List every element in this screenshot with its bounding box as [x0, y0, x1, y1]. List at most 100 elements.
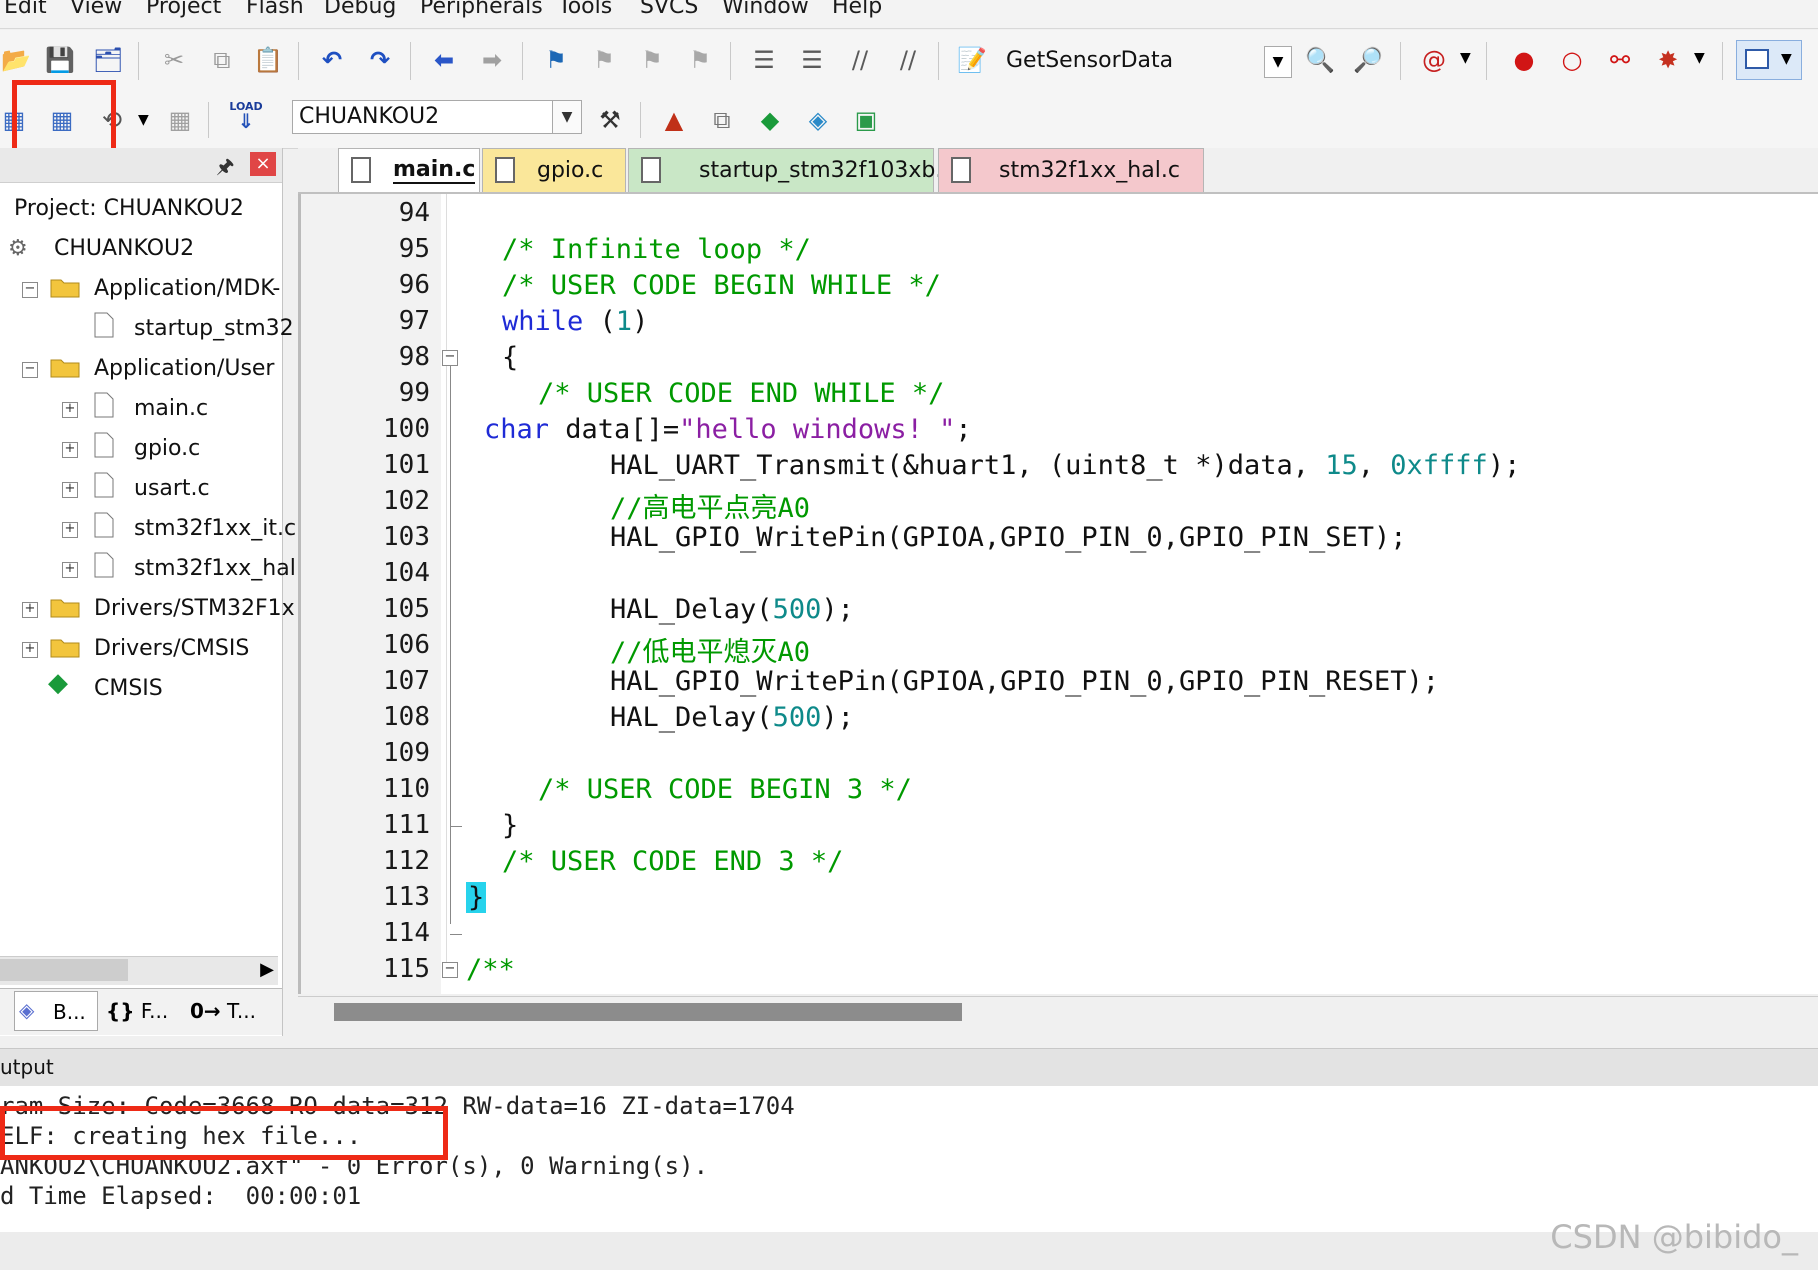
find-in-files-icon[interactable]: 📝 — [956, 44, 988, 76]
fold-tick — [450, 826, 462, 827]
download-load-button[interactable]: LOAD ⇓ — [226, 100, 266, 140]
group-drivers-cmsis[interactable]: Drivers/CMSIS — [94, 636, 249, 661]
code-text: HAL_Delay( — [610, 594, 773, 625]
project-hscroll-thumb[interactable] — [0, 959, 128, 981]
folder-icon — [50, 599, 80, 618]
pin-icon[interactable]: 🖈 — [216, 152, 235, 186]
manage-project-items-icon[interactable]: ▲ — [658, 104, 690, 136]
tab-startup[interactable]: startup_stm32f103xb.s — [628, 148, 954, 192]
copy-icon[interactable]: ⧉ — [206, 44, 238, 76]
menu-edit[interactable]: Edit — [4, 0, 47, 19]
file-icon — [94, 392, 114, 418]
cut-icon[interactable]: ✂ — [158, 44, 190, 76]
code-line-101: HAL_UART_Transmit(&huart1, (uint8_t *)da… — [610, 450, 1520, 481]
menu-tools[interactable]: Tools — [558, 0, 612, 19]
comment-icon[interactable]: // — [844, 44, 876, 76]
editor-hscrollbar[interactable] — [298, 996, 1818, 1027]
tab-stm32f1xx-hal-c[interactable]: stm32f1xx_hal.c — [938, 148, 1204, 192]
find-combo-text[interactable]: GetSensorData — [1006, 48, 1173, 73]
fold-collapse-icon[interactable]: − — [442, 350, 458, 366]
menu-svcs[interactable]: SVCS — [640, 0, 698, 19]
pack-installer-icon[interactable]: ◈ — [802, 104, 834, 136]
select-packs-icon[interactable]: ▣ — [850, 104, 882, 136]
prev-bookmark-icon[interactable]: ⚑ — [588, 44, 620, 76]
file-usart-c[interactable]: usart.c — [134, 476, 210, 501]
stop-build-icon[interactable]: ▦ — [164, 104, 196, 136]
editor-hscroll-thumb[interactable] — [334, 1003, 962, 1021]
unindent-icon[interactable]: ☰ — [796, 44, 828, 76]
menu-project[interactable]: Project — [146, 0, 221, 19]
file-gpio-c[interactable]: gpio.c — [134, 436, 200, 461]
expand-icon[interactable]: + — [62, 442, 78, 458]
debug-session-icon[interactable]: @ — [1418, 44, 1450, 76]
window-layout-button[interactable]: ▼ — [1736, 40, 1802, 80]
menu-view[interactable]: View — [70, 0, 122, 19]
group-application-user[interactable]: Application/User — [94, 356, 274, 381]
project-hscrollbar[interactable]: ▶ — [0, 956, 278, 985]
code-line-95: /* Infinite loop */ — [502, 234, 811, 265]
run-time-environment-icon[interactable]: ◆ — [754, 104, 786, 136]
tab-templates[interactable]: 0→ T... — [190, 999, 256, 1023]
incremental-find-icon[interactable]: 🔎 — [1352, 44, 1384, 76]
project-root-label[interactable]: CHUANKOU2 — [54, 236, 194, 261]
clear-bookmarks-icon[interactable]: ⚑ — [684, 44, 716, 76]
group-drivers-stm32[interactable]: Drivers/STM32F1x — [94, 596, 295, 621]
disable-breakpoint-icon[interactable]: ○ — [1556, 44, 1588, 76]
find-combo-dropdown[interactable]: ▼ — [1264, 46, 1292, 78]
expand-icon[interactable]: + — [22, 642, 38, 658]
paste-icon[interactable]: 📋 — [252, 44, 284, 76]
breakpoint-icon[interactable]: ● — [1508, 44, 1540, 76]
collapse-icon[interactable]: − — [22, 282, 38, 298]
navigate-back-icon[interactable]: ⬅ — [428, 44, 460, 76]
kill-breakpoints-icon[interactable]: ✸ — [1652, 44, 1684, 76]
scroll-right-icon[interactable]: ▶ — [260, 959, 274, 980]
expand-icon[interactable]: + — [62, 402, 78, 418]
file-startup[interactable]: startup_stm32 — [134, 316, 294, 341]
save-all-icon[interactable]: 🗂 — [92, 44, 124, 76]
tab-main-c[interactable]: main.c — [338, 148, 480, 192]
expand-icon[interactable]: + — [22, 602, 38, 618]
expand-icon[interactable]: + — [62, 522, 78, 538]
file-main-c[interactable]: main.c — [134, 396, 208, 421]
expand-icon[interactable]: + — [62, 482, 78, 498]
close-panel-icon[interactable]: × — [250, 152, 276, 176]
line-number: 108 — [383, 702, 430, 732]
breakpoint-dropdown-icon[interactable]: ▼ — [1694, 50, 1705, 66]
code-text: ; — [955, 414, 972, 445]
line-number: 106 — [383, 630, 430, 660]
tab-functions[interactable]: {} F... — [106, 999, 168, 1023]
code-text: ) — [632, 306, 649, 337]
disable-all-breakpoints-icon[interactable]: ⚯ — [1604, 44, 1636, 76]
group-application-mdk[interactable]: Application/MDK- — [94, 276, 280, 301]
tab-books[interactable]: ◈ B... — [14, 991, 98, 1031]
collapse-icon[interactable]: − — [22, 362, 38, 378]
debug-dropdown-icon[interactable]: ▼ — [1460, 50, 1471, 66]
tab-gpio-c[interactable]: gpio.c — [482, 148, 626, 192]
file-stm32f1xx-hal[interactable]: stm32f1xx_hal — [134, 556, 296, 581]
target-options-icon[interactable]: ⚒ — [594, 104, 626, 136]
batch-build-dropdown-icon[interactable]: ▼ — [138, 112, 149, 128]
redo-icon[interactable]: ↷ — [364, 44, 396, 76]
code-line-107: HAL_GPIO_WritePin(GPIOA,GPIO_PIN_0,GPIO_… — [610, 666, 1440, 697]
group-cmsis[interactable]: CMSIS — [94, 676, 163, 701]
bookmark-icon[interactable]: ⚑ — [540, 44, 572, 76]
fold-collapse-icon[interactable]: − — [442, 962, 458, 978]
save-icon[interactable]: 💾 — [44, 44, 76, 76]
uncomment-icon[interactable]: // — [892, 44, 924, 76]
target-select[interactable]: CHUANKOU2 ▼ — [292, 100, 582, 134]
expand-icon[interactable]: + — [62, 562, 78, 578]
menu-debug[interactable]: Debug — [324, 0, 396, 19]
menu-help[interactable]: Help — [832, 0, 882, 19]
find-icon[interactable]: 🔍 — [1304, 44, 1336, 76]
next-bookmark-icon[interactable]: ⚑ — [636, 44, 668, 76]
open-file-icon[interactable]: 📂 — [0, 44, 32, 76]
menu-window[interactable]: Window — [722, 0, 809, 19]
menu-flash[interactable]: Flash — [246, 0, 304, 19]
menu-peripherals[interactable]: Peripherals — [420, 0, 543, 19]
file-stm32f1xx-it-c[interactable]: stm32f1xx_it.c — [134, 516, 296, 541]
tab-books-label: B... — [53, 1000, 86, 1024]
navigate-forward-icon[interactable]: ➡ — [476, 44, 508, 76]
multi-project-icon[interactable]: ⧉ — [706, 104, 738, 136]
indent-icon[interactable]: ☰ — [748, 44, 780, 76]
undo-icon[interactable]: ↶ — [316, 44, 348, 76]
